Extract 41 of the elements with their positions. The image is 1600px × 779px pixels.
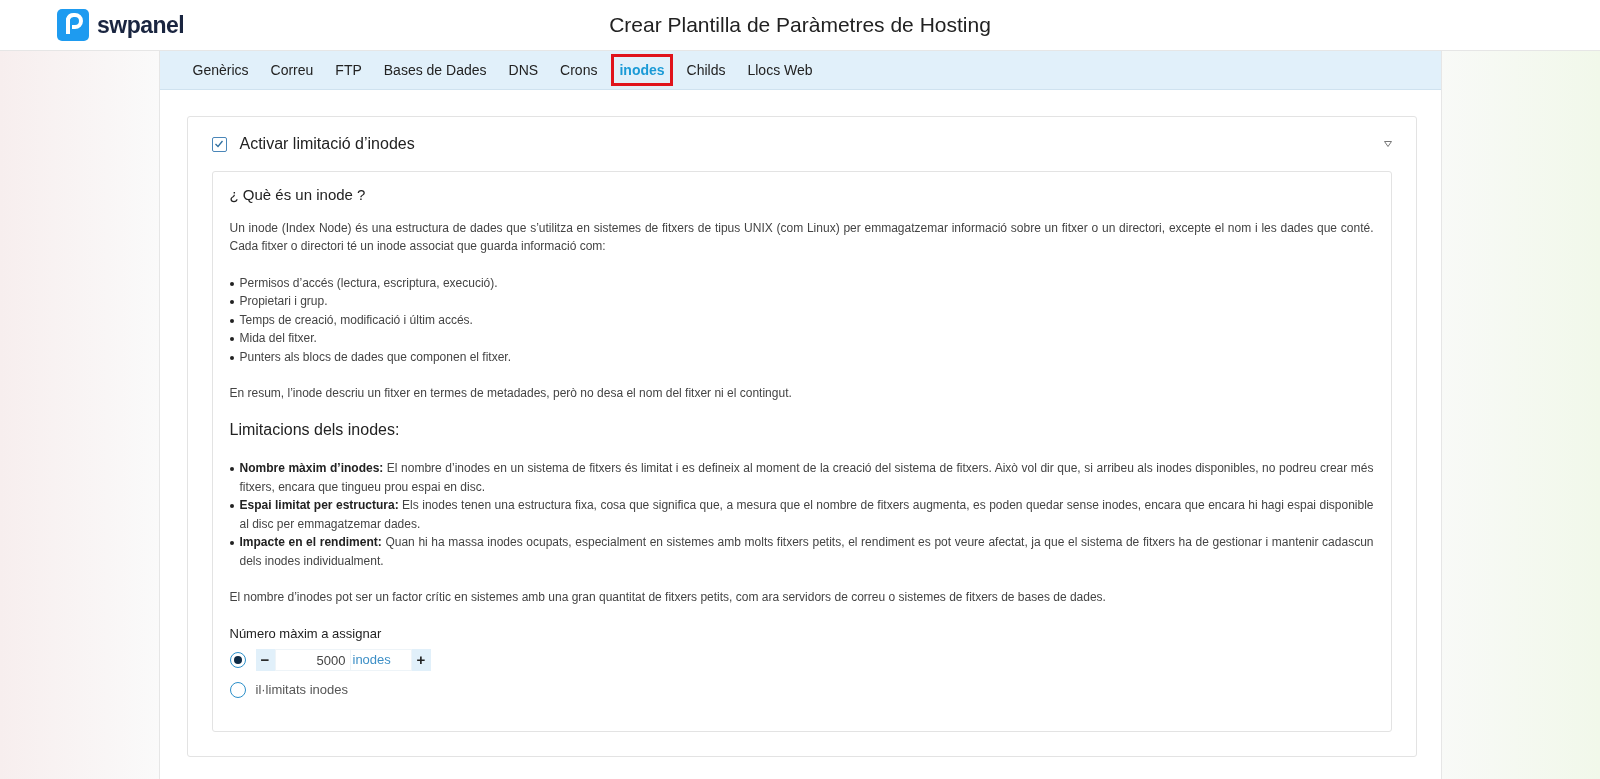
bullet-icon xyxy=(229,281,234,286)
tab[interactable]: FTP xyxy=(327,54,370,86)
logo-text: swpanel xyxy=(97,11,185,39)
check-icon xyxy=(214,139,224,149)
list-item: Nombre màxim d’inodes: El nombre d’inodes en un sistema de fitxers és limitat i es defineix al moment de la creació del sistema de fitxers. Això vol dir que, si arribeu als inodes disponibles, no podreu crear més fitxers, encara que tingueu prou espai en disc. xyxy=(239,460,1374,496)
list-item: Punters als blocs de dades que componen el fitxer. xyxy=(239,348,511,366)
list-item: Propietari i grup. xyxy=(239,293,328,310)
list-item: Espai limitat per estructura: Els inodes tenen una estructura fixa, cosa que significa que, a mesura que el nombre de fitxers augmenta, es poden quedar sense inodes, encara que encara hi hagi espai disponible al disc per emmagatzemar dades. xyxy=(239,497,1374,533)
info-heading: ¿ Què és un inode ? xyxy=(229,186,367,205)
checkbox[interactable] xyxy=(211,136,227,152)
list-item: Permisos d’accés (lectura, escriptura, execució). xyxy=(239,274,498,292)
bullet-icon xyxy=(229,467,234,471)
logo-icon xyxy=(57,9,89,41)
checkbox-label: Activar limitació d’inodes xyxy=(239,135,416,153)
tab[interactable]: Correu xyxy=(262,54,322,86)
limits-heading: Limitacions dels inodes: xyxy=(229,420,401,439)
summary-paragraph: En resum, l’inode descriu un fitxer en termes de metadades, però no desa el nom del fitxer ni el contingut. xyxy=(229,385,793,402)
decrement-button[interactable]: − xyxy=(255,649,275,671)
field-label: Número màxim a assignar xyxy=(229,624,383,643)
page-title: Crear Plantilla de Paràmetres de Hosting xyxy=(609,13,991,37)
tab[interactable]: Llocs Web xyxy=(739,54,821,86)
bullet-icon xyxy=(229,541,234,545)
closing-paragraph: El nombre d’inodes pot ser un factor crític en sistemes amb una gran quantitat de fitxers petits, com ara servidors de correu o sistemes de fitxers de bases de dades. xyxy=(229,589,1107,606)
bullet-icon xyxy=(229,337,234,341)
list-item: Impacte en el rendiment: Quan hi ha massa inodes ocupats, especialment en sistemes amb molts fitxers petits, el rendiment es pot veure afectat, ja que el sistema de fitxers ha de gestionar i mantenir cadascun dels inodes individualment. xyxy=(239,534,1374,570)
list-item: Temps de creació, modificació i últim accés. xyxy=(239,311,473,329)
bullet-icon xyxy=(229,504,234,508)
bullet-icon xyxy=(229,355,234,360)
option-label: il·limitats inodes xyxy=(255,680,348,699)
intro-paragraph: Un inode (Index Node) és una estructura de dades que s’utilitza en sistemes de fitxers de tipus UNIX (com Linux) per emmagatzemar informació sobre un fitxer o un directori, excepte el nom i les dades que conté. Cada fitxer o directori té un inode associat que guarda informació com: xyxy=(229,219,1374,255)
tab[interactable]: DNS xyxy=(500,54,547,86)
bullet-icon xyxy=(229,318,234,323)
tab[interactable]: Childs xyxy=(678,54,734,86)
bullet-icon xyxy=(229,300,234,304)
caret-icon[interactable] xyxy=(1383,141,1392,147)
number-field[interactable]: 5000 xyxy=(274,649,351,671)
list-item: Mida del fitxer. xyxy=(239,330,317,347)
tab[interactable]: Genèrics xyxy=(184,54,257,86)
tab[interactable]: Bases de Dades xyxy=(375,54,495,86)
tab[interactable]: Crons xyxy=(552,54,606,86)
unit-label: inodes xyxy=(350,649,412,671)
